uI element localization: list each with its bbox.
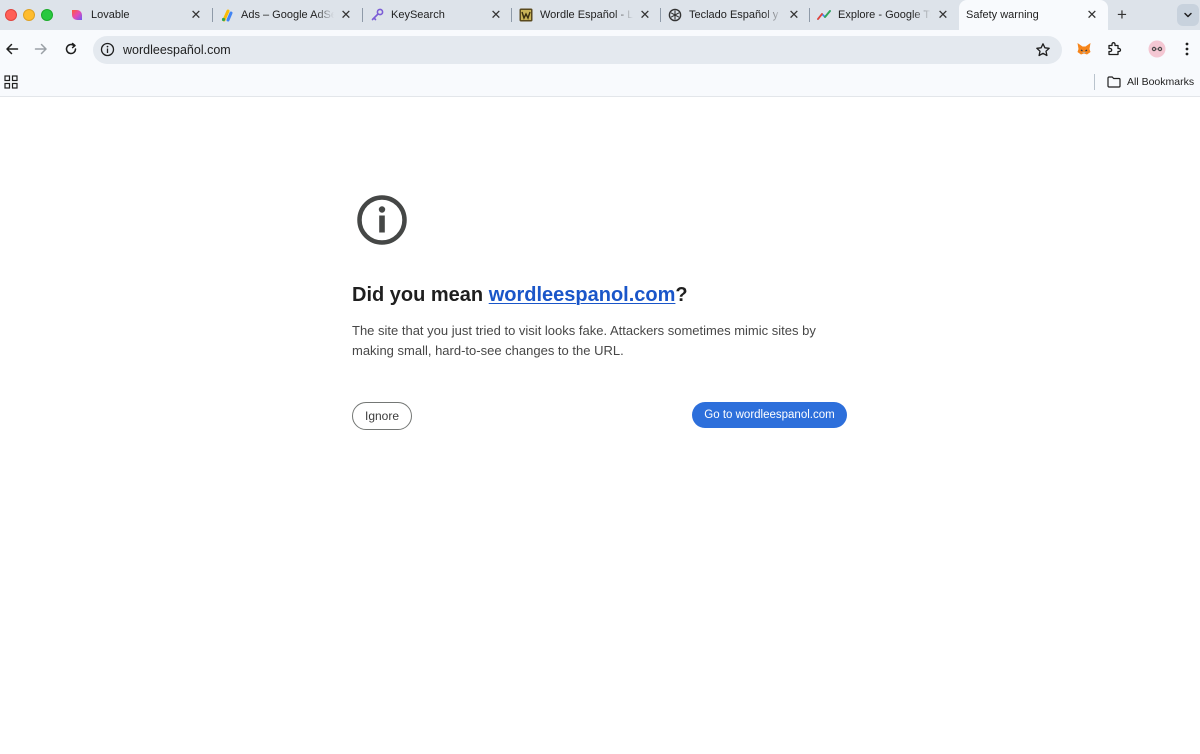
tab-title: Safety warning	[966, 9, 1039, 21]
heading-prefix: Did you mean	[352, 284, 489, 306]
tab-adsense[interactable]: Ads – Google AdSense ✕	[213, 0, 362, 30]
tab-title: Teclado Español y R	[689, 9, 782, 21]
warning-heading: Did you mean wordleespanol.com?	[352, 284, 688, 307]
window-minimize-button[interactable]	[23, 9, 35, 21]
tab-strip: Lovable ✕ Ads – Google AdSense ✕ KeySear…	[0, 0, 1200, 30]
suggested-domain-link[interactable]: wordleespanol.com	[489, 284, 676, 306]
tab-lovable[interactable]: Lovable ✕	[63, 0, 212, 30]
profile-avatar-icon[interactable]	[1148, 40, 1166, 58]
tab-title: Wordle Español - La	[540, 9, 633, 21]
google-adsense-icon	[220, 8, 234, 22]
browser-toolbar: wordleespañol.com	[0, 30, 1200, 68]
arrow-right-icon	[34, 43, 47, 55]
close-icon[interactable]: ✕	[1084, 7, 1100, 23]
go-to-suggested-site-button[interactable]: Go to wordleespanol.com	[692, 402, 847, 428]
tab-teclado[interactable]: Teclado Español y R ✕	[661, 0, 810, 30]
tab-keysearch[interactable]: KeySearch ✕	[363, 0, 512, 30]
tab-search-button[interactable]	[1177, 4, 1199, 26]
info-icon	[357, 195, 407, 245]
window-close-button[interactable]	[5, 9, 17, 21]
star-icon[interactable]	[1035, 42, 1051, 58]
reload-icon	[65, 42, 77, 55]
bookmarks-bar: All Bookmarks	[0, 68, 1200, 97]
tab-title: KeySearch	[391, 9, 445, 21]
close-icon[interactable]: ✕	[637, 7, 653, 23]
heading-suffix: ?	[675, 284, 688, 306]
tab-title: Ads – Google AdSense	[241, 9, 334, 21]
folder-icon	[1107, 76, 1121, 88]
close-icon[interactable]: ✕	[488, 7, 504, 23]
wordle-w-icon	[519, 8, 533, 22]
ignore-button[interactable]: Ignore	[352, 402, 412, 430]
google-trends-icon	[817, 8, 831, 22]
reload-button[interactable]	[61, 39, 81, 59]
extensions-puzzle-icon[interactable]	[1105, 40, 1123, 58]
tab-title: Explore - Google Tre	[838, 9, 931, 21]
url-text[interactable]: wordleespañol.com	[123, 43, 231, 57]
new-tab-button[interactable]: +	[1113, 6, 1131, 24]
arrow-left-icon	[6, 43, 19, 55]
forward-button[interactable]	[31, 39, 51, 59]
apps-grid-icon[interactable]	[4, 75, 18, 89]
metamask-fox-icon[interactable]	[1075, 40, 1093, 58]
keysearch-key-icon	[370, 8, 384, 22]
all-bookmarks-label: All Bookmarks	[1127, 76, 1195, 88]
openai-logo-icon	[668, 8, 682, 22]
site-info-icon[interactable]	[100, 42, 115, 57]
close-icon[interactable]: ✕	[786, 7, 802, 23]
close-icon[interactable]: ✕	[935, 7, 951, 23]
all-bookmarks-button[interactable]: All Bookmarks	[1107, 74, 1194, 90]
close-icon[interactable]: ✕	[188, 7, 204, 23]
close-icon[interactable]: ✕	[338, 7, 354, 23]
tab-google-trends[interactable]: Explore - Google Tre ✕	[810, 0, 959, 30]
warning-description: The site that you just tried to visit lo…	[352, 323, 816, 358]
more-vertical-icon[interactable]	[1178, 40, 1196, 58]
tab-wordle[interactable]: Wordle Español - La ✕	[512, 0, 661, 30]
lovable-heart-icon	[70, 8, 84, 22]
tab-title: Lovable	[91, 9, 130, 21]
chevron-down-icon	[1184, 12, 1192, 18]
tab-safety-warning[interactable]: Safety warning ✕	[959, 0, 1108, 30]
address-bar[interactable]: wordleespañol.com	[93, 36, 1062, 64]
bookmarks-separator	[1094, 74, 1095, 90]
window-zoom-button[interactable]	[41, 9, 53, 21]
back-button[interactable]	[2, 39, 22, 59]
